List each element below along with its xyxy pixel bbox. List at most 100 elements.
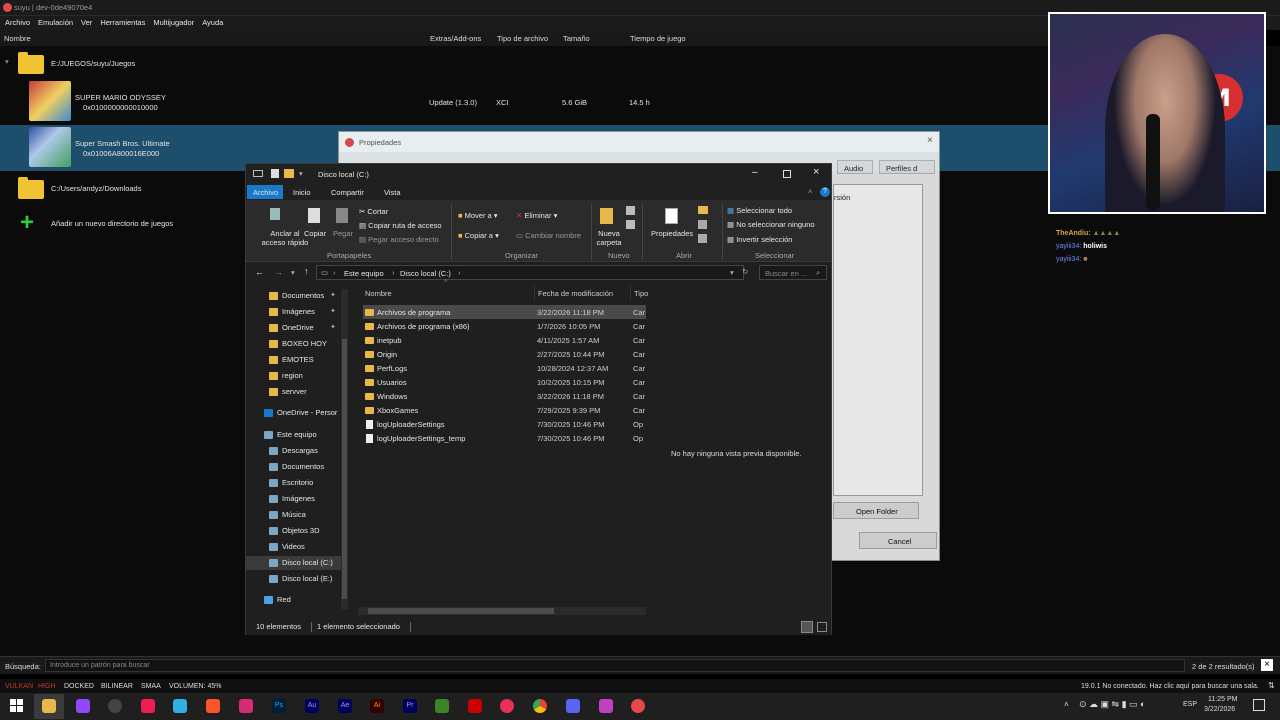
notifications-icon[interactable]	[1253, 699, 1265, 711]
breadcrumb-disco-c[interactable]: Disco local (C:)	[400, 269, 451, 278]
file-row[interactable]: inetpub 4/11/2025 1:57 AM Car	[363, 333, 646, 347]
collapse-ribbon-icon[interactable]: ˄	[808, 187, 812, 196]
status-aa[interactable]: SMAA	[141, 683, 161, 690]
open-folder-button[interactable]: Open Folder	[833, 502, 919, 519]
nav-item[interactable]: Este equipo	[246, 428, 342, 442]
maximize-icon[interactable]	[783, 170, 791, 178]
nav-item[interactable]: Documentos ✦	[246, 289, 342, 303]
nav-item[interactable]: Disco local (E:)	[246, 572, 342, 586]
illustrator-icon[interactable]: Ai	[370, 699, 384, 713]
twitch-icon[interactable]	[76, 699, 90, 713]
qat-dropdown-icon[interactable]: ▾	[299, 169, 303, 178]
nav-item[interactable]: Objetos 3D	[246, 524, 342, 538]
tab-vista[interactable]: Vista	[384, 188, 401, 197]
cut-button[interactable]: ✂ Cortar	[359, 207, 388, 216]
close-icon[interactable]: ×	[813, 166, 819, 178]
nav-scrollbar[interactable]	[341, 289, 348, 609]
minimize-icon[interactable]: –	[752, 167, 758, 178]
tray-date[interactable]: 3/22/2026	[1204, 706, 1235, 713]
nav-item[interactable]: EMOTES	[246, 353, 342, 367]
new-item-icon[interactable]	[626, 206, 635, 215]
app-icon-2[interactable]	[599, 699, 613, 713]
collapse-arrow-icon[interactable]: ▾	[5, 57, 9, 66]
col-nombre[interactable]: Nombre	[365, 289, 392, 298]
close-icon[interactable]: ×	[927, 135, 933, 146]
file-row[interactable]: PerfLogs 10/28/2024 12:37 AM Car	[363, 361, 646, 375]
nav-item[interactable]: OneDrive ✦	[246, 321, 342, 335]
menu-archivo[interactable]: Archivo	[5, 16, 30, 30]
col-filetype[interactable]: Tipo de archivo	[497, 34, 548, 43]
nav-item[interactable]: Imágenes	[246, 492, 342, 506]
menu-ayuda[interactable]: Ayuda	[202, 16, 223, 30]
status-high[interactable]: HIGH	[38, 683, 56, 690]
tray-time[interactable]: 11:25 PM	[1208, 696, 1237, 703]
audition-icon[interactable]: Au	[305, 699, 319, 713]
suyu-taskbar-icon[interactable]	[631, 699, 645, 713]
tab-compartir[interactable]: Compartir	[331, 188, 364, 197]
tab-archivo[interactable]: Archivo	[247, 185, 283, 199]
app-icon[interactable]	[173, 699, 187, 713]
file-row[interactable]: logUploaderSettings_temp 7/30/2025 10:46 …	[363, 431, 646, 445]
col-tipo[interactable]: Tipo	[634, 289, 648, 298]
menu-multijugador[interactable]: Multijugador	[153, 16, 194, 30]
move-to-button[interactable]: ■ Mover a ▾	[458, 211, 498, 220]
tab-perfiles[interactable]: Perfiles d	[879, 160, 935, 174]
file-row[interactable]: Archivos de programa (x86) 1/7/2026 10:05…	[363, 319, 646, 333]
status-network[interactable]: 19.0.1 No conectado. Haz clic aquí para …	[1081, 683, 1259, 690]
status-volume[interactable]: VOLUMEN: 45%	[169, 683, 222, 690]
cancel-button[interactable]: Cancel	[859, 532, 937, 549]
address-bar[interactable]: ▭ › Este equipo › Disco local (C:) › ▾	[316, 265, 744, 280]
h-scroll-thumb[interactable]	[368, 608, 554, 614]
nav-item[interactable]: Videos	[246, 540, 342, 554]
start-icon[interactable]	[10, 699, 23, 712]
up-icon[interactable]: ↑	[304, 266, 309, 276]
tray-expand-icon[interactable]: ˄	[1064, 700, 1069, 709]
properties-quick-icon[interactable]	[271, 169, 279, 178]
copy-button[interactable]: Copiar	[304, 229, 326, 238]
address-dropdown-icon[interactable]: ▾	[730, 268, 734, 277]
new-folder-button[interactable]: Nueva carpeta	[596, 229, 622, 247]
invert-selection-button[interactable]: ▦ Invertir selección	[727, 235, 792, 244]
nav-item[interactable]: Documentos	[246, 460, 342, 474]
premiere-icon[interactable]: Pr	[403, 699, 417, 713]
status-vulkan[interactable]: VULKAN	[5, 683, 33, 690]
app-red-icon[interactable]	[468, 699, 482, 713]
nav-item[interactable]: OneDrive - Persor	[246, 406, 342, 420]
file-row[interactable]: Origin 2/27/2025 10:44 PM Car	[363, 347, 646, 361]
photoshop-icon[interactable]: Ps	[272, 699, 286, 713]
large-icons-view-icon[interactable]	[817, 622, 827, 632]
back-icon[interactable]: ←	[255, 267, 264, 277]
select-all-button[interactable]: ▦ Seleccionar todo	[727, 206, 792, 215]
rename-button[interactable]: ▭ Cambiar nombre	[516, 231, 581, 240]
tab-inicio[interactable]: Inicio	[293, 188, 311, 197]
refresh-icon[interactable]: ↻	[742, 267, 748, 276]
tray-language[interactable]: ESP	[1183, 701, 1197, 708]
horizontal-scrollbar[interactable]	[358, 607, 646, 615]
file-row[interactable]: XboxGames 7/29/2025 9:39 PM Car	[363, 403, 646, 417]
paste-shortcut-button[interactable]: ▤ Pegar acceso directo	[359, 235, 439, 244]
game-search-input[interactable]: Introduce un patrón para buscar	[45, 659, 1185, 672]
menu-herramientas[interactable]: Herramientas	[100, 16, 145, 30]
new-folder-quick-icon[interactable]	[284, 169, 294, 178]
col-addons[interactable]: Extras/Add-ons	[430, 34, 481, 43]
clear-search-icon[interactable]: ×	[1261, 659, 1273, 671]
help-icon[interactable]: ?	[820, 187, 830, 197]
copy-to-button[interactable]: ■ Copiar a ▾	[458, 231, 499, 240]
menu-ver[interactable]: Ver	[81, 16, 92, 30]
media-player-icon[interactable]	[500, 699, 514, 713]
file-row[interactable]: logUploaderSettings 7/30/2025 10:46 PM Op	[363, 417, 646, 431]
breadcrumb-este-equipo[interactable]: Este equipo	[344, 269, 384, 278]
nav-item[interactable]: Disco local (C:)	[246, 556, 342, 570]
nav-item[interactable]: region	[246, 369, 342, 383]
file-row[interactable]: Windows 3/22/2026 11:18 PM Car	[363, 389, 646, 403]
file-row[interactable]: Archivos de programa 3/22/2026 11:18 PM Ca…	[363, 305, 646, 319]
status-docked[interactable]: DOCKED	[64, 683, 94, 690]
col-size[interactable]: Tamaño	[563, 34, 590, 43]
explorer-taskbar-icon[interactable]	[42, 699, 56, 713]
brave-icon[interactable]	[206, 699, 220, 713]
select-none-button[interactable]: ▦ No seleccionar ninguno	[727, 220, 815, 229]
paste-button[interactable]: Pegar	[333, 229, 353, 238]
forward-icon[interactable]: →	[274, 267, 283, 277]
nav-item[interactable]: Imágenes ✦	[246, 305, 342, 319]
nav-item[interactable]: Red	[246, 593, 342, 607]
